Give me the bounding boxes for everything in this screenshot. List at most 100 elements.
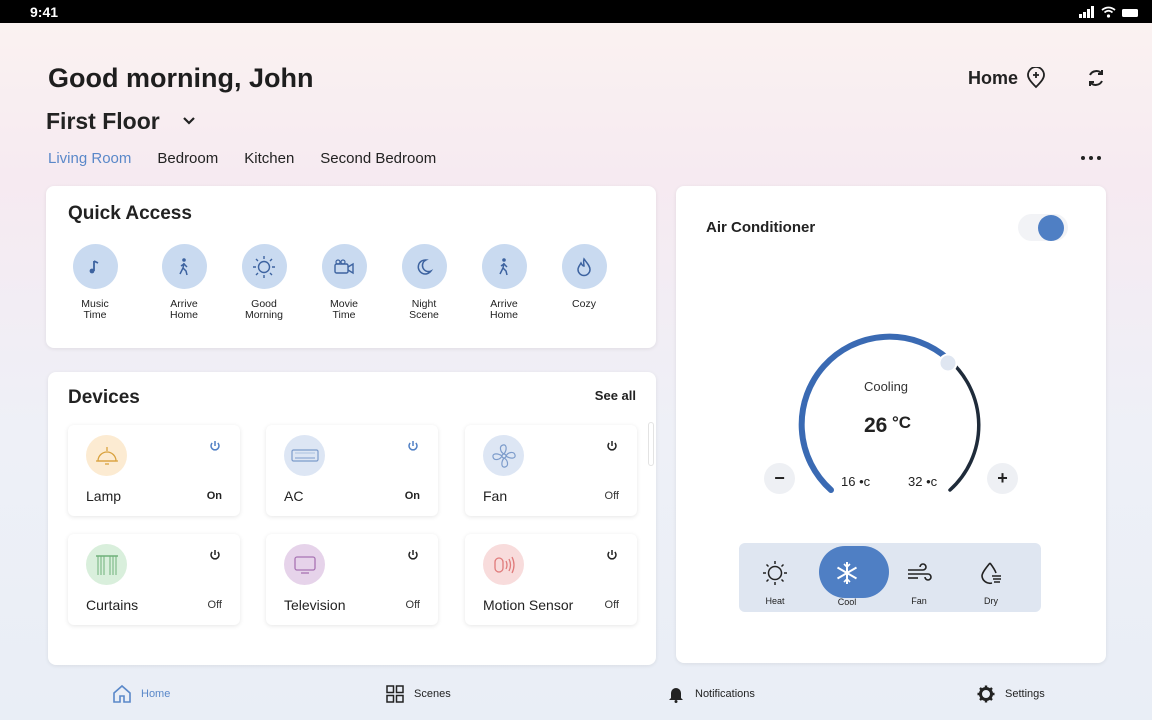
device-name: Curtains (86, 597, 139, 613)
devices-title: Devices (68, 387, 140, 408)
scene-good-morning[interactable]: Good Morning (224, 244, 304, 321)
scene-music-time[interactable]: Music Time (64, 244, 126, 321)
scene-arrive-home[interactable]: Arrive Home (144, 244, 224, 321)
greeting-title: Good morning, John (48, 63, 314, 93)
device-name: Lamp (86, 488, 122, 504)
device-state: Off (405, 599, 420, 611)
chevron-down-icon[interactable] (182, 113, 196, 131)
power-icon[interactable] (605, 548, 619, 562)
refresh-icon[interactable] (1084, 66, 1108, 90)
device-name: Motion Sensor (483, 597, 574, 613)
mode-dry[interactable]: Dry (955, 543, 1027, 612)
mode-label: Dry (984, 596, 998, 606)
nav-label: Scenes (414, 688, 451, 700)
gear-icon (975, 683, 997, 705)
nav-scenes[interactable]: Scenes (384, 683, 451, 705)
scene-label: Movie Time (329, 298, 358, 321)
scene-label: Night Scene (409, 298, 439, 321)
device-card-motion-sensor[interactable]: Motion Sensor Off (465, 534, 637, 625)
device-state: On (404, 490, 420, 502)
device-name: Television (284, 597, 346, 613)
power-icon[interactable] (406, 548, 420, 562)
nav-label: Home (141, 688, 171, 700)
floor-selector[interactable]: First Floor (46, 108, 196, 135)
air-conditioner-card: Air Conditioner Cooling 26 °C 16 •c 32 •… (676, 186, 1106, 663)
scene-movie-time[interactable]: Movie Time (304, 244, 384, 321)
status-time: 9:41 (30, 4, 59, 20)
mode-heat[interactable]: Heat (739, 543, 811, 612)
ac-mode-selector: Heat Cool Fan Dry (739, 543, 1041, 612)
bell-icon (665, 683, 687, 705)
device-name: AC (284, 488, 304, 504)
wifi-icon (1101, 5, 1116, 23)
battery-icon (1122, 5, 1140, 23)
power-icon[interactable] (208, 548, 222, 562)
music-note-icon (72, 244, 118, 289)
nav-notifications[interactable]: Notifications (665, 683, 755, 705)
scene-arrive-home-2[interactable]: Arrive Home (464, 244, 544, 321)
device-name: Fan (483, 488, 508, 504)
header-actions: Home (968, 66, 1108, 90)
device-card-curtains[interactable]: Curtains Off (68, 534, 240, 625)
more-options-icon[interactable] (1080, 148, 1102, 168)
power-icon[interactable] (208, 439, 222, 453)
device-state: Off (604, 599, 619, 611)
scene-night-scene[interactable]: Night Scene (384, 244, 464, 321)
flame-icon (561, 244, 607, 289)
location-pin-icon[interactable] (1024, 66, 1048, 90)
tab-second-bedroom[interactable]: Second Bedroom (320, 150, 436, 167)
device-card-ac[interactable]: AC On (266, 425, 438, 516)
nav-label: Settings (1005, 688, 1045, 700)
tab-living-room[interactable]: Living Room (48, 150, 131, 167)
nav-label: Notifications (695, 688, 755, 700)
power-icon[interactable] (406, 439, 420, 453)
fan-icon (483, 435, 524, 476)
device-card-fan[interactable]: Fan Off (465, 425, 637, 516)
tab-bedroom[interactable]: Bedroom (157, 150, 218, 167)
scene-label: Arrive Home (169, 298, 198, 321)
quick-access-title: Quick Access (68, 203, 192, 224)
mode-fan[interactable]: Fan (883, 543, 955, 612)
scene-label: Music Time (81, 298, 109, 321)
scene-label: Good Morning (245, 298, 283, 321)
ac-max-temp: 32 •c (908, 474, 938, 489)
nav-home[interactable]: Home (111, 683, 170, 705)
power-icon[interactable] (605, 439, 619, 453)
walking-person-icon (481, 244, 527, 289)
mode-label: Fan (911, 596, 927, 606)
sun-icon (241, 244, 287, 289)
decrease-temp-button[interactable]: − (764, 463, 795, 494)
mode-label: Heat (765, 596, 785, 606)
device-card-television[interactable]: Television Off (266, 534, 438, 625)
scene-cozy[interactable]: Cozy (544, 244, 624, 321)
dial-handle (938, 353, 958, 373)
signal-icon (1079, 5, 1095, 23)
see-all-link[interactable]: See all (595, 388, 636, 403)
mode-cool[interactable]: Cool (811, 543, 889, 612)
quick-access-card: Quick Access Music Time Arrive Home Good… (46, 186, 656, 348)
motion-sensor-icon (483, 544, 524, 585)
home-selector-label[interactable]: Home (968, 68, 1018, 89)
increase-temp-button[interactable]: + (987, 463, 1018, 494)
devices-card: Devices See all Lamp On AC On Fan Off Cu… (48, 372, 656, 665)
device-state: On (206, 490, 222, 502)
device-state: Off (207, 599, 222, 611)
television-icon (284, 544, 325, 585)
walking-person-icon (161, 244, 207, 289)
air-conditioner-icon (284, 435, 325, 476)
ac-temperature: 26 (864, 414, 888, 437)
ac-mode-text: Cooling (863, 379, 909, 394)
nav-settings[interactable]: Settings (975, 683, 1045, 705)
scroll-indicator[interactable] (648, 422, 654, 466)
mode-label: Cool (837, 597, 857, 607)
curtains-icon (86, 544, 127, 585)
floor-title: First Floor (46, 108, 160, 134)
device-state: Off (604, 490, 619, 502)
video-camera-icon (321, 244, 367, 289)
tab-kitchen[interactable]: Kitchen (244, 150, 294, 167)
snowflake-icon (833, 559, 861, 587)
wind-icon (905, 559, 933, 587)
home-icon (111, 683, 133, 705)
device-card-lamp[interactable]: Lamp On (68, 425, 240, 516)
sun-icon (761, 559, 789, 587)
